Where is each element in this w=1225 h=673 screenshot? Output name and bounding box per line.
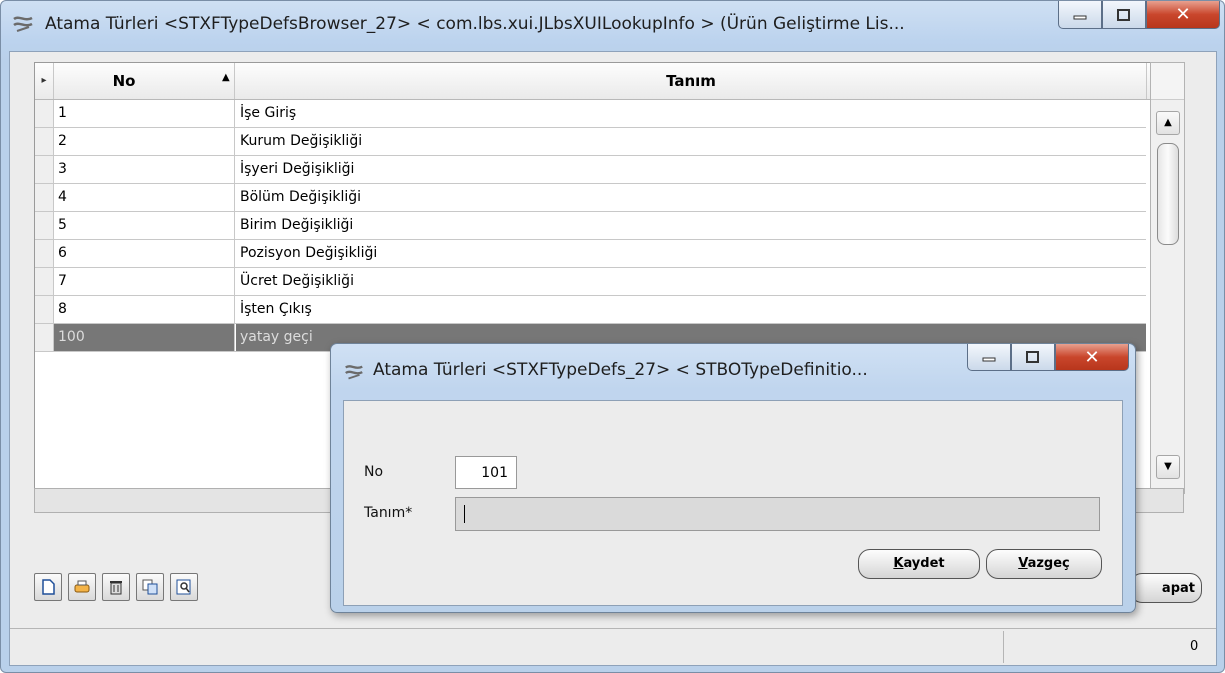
row-indicator-icon: ▸	[35, 63, 54, 99]
window-caption-buttons: ✕	[1058, 1, 1220, 31]
cell-tanim[interactable]: Ücret Değişikliği	[236, 268, 1146, 295]
maximize-icon	[1026, 351, 1039, 363]
status-separator	[1003, 631, 1004, 663]
row-indicator	[35, 184, 54, 211]
print-button[interactable]	[68, 573, 96, 601]
text-caret	[464, 505, 465, 523]
row-indicator	[35, 128, 54, 155]
scroll-down-button[interactable]: ▼	[1156, 455, 1180, 479]
column-header-tanim[interactable]: Tanım	[236, 63, 1147, 99]
dialog-title: Atama Türleri <STXFTypeDefs_27> < STBOTy…	[373, 360, 868, 380]
no-field[interactable]: 101	[455, 456, 517, 489]
title-bar[interactable]: Atama Türleri <STXFTypeDefsBrowser_27> <…	[1, 1, 1224, 51]
copy-button[interactable]	[136, 573, 164, 601]
window-title: Atama Türleri <STXFTypeDefsBrowser_27> <…	[45, 14, 905, 34]
cancel-mnemonic: V	[1018, 556, 1028, 571]
dialog-close-button[interactable]: ✕	[1055, 344, 1129, 371]
app-logo-icon	[13, 16, 33, 32]
record-count: 0	[1190, 639, 1199, 654]
arrow-up-icon: ▲	[1164, 117, 1172, 128]
preview-icon	[176, 579, 191, 595]
maximize-button[interactable]	[1102, 1, 1146, 29]
cell-tanim[interactable]: İşe Giriş	[236, 100, 1146, 127]
cell-no[interactable]: 7	[54, 268, 235, 295]
save-mnemonic: K	[893, 556, 904, 571]
new-document-icon	[42, 579, 55, 595]
dialog-minimize-button[interactable]	[967, 344, 1011, 371]
vertical-scrollbar[interactable]: ▲ ▼	[1150, 62, 1185, 494]
close-button[interactable]: ✕	[1146, 1, 1220, 29]
delete-button[interactable]	[102, 573, 130, 601]
cell-tanim[interactable]: İşten Çıkış	[236, 296, 1146, 323]
app-logo-icon	[345, 365, 363, 380]
cell-no[interactable]: 3	[54, 156, 235, 183]
no-label: No	[364, 464, 384, 480]
cell-tanim[interactable]: Pozisyon Değişikliği	[236, 240, 1146, 267]
column-header-no[interactable]: No	[54, 63, 235, 99]
table-row[interactable]: 1 İşe Giriş	[35, 100, 1146, 128]
print-icon	[74, 580, 90, 593]
dialog-caption-buttons: ✕	[967, 344, 1129, 371]
cell-no[interactable]: 1	[54, 100, 235, 127]
cell-no[interactable]: 4	[54, 184, 235, 211]
toolbar	[34, 573, 198, 601]
cell-tanim[interactable]: İşyeri Değişikliği	[236, 156, 1146, 183]
cell-no[interactable]: 8	[54, 296, 235, 323]
scrollbar-header	[1151, 63, 1184, 100]
cell-no[interactable]: 6	[54, 240, 235, 267]
arrow-down-icon: ▼	[1164, 461, 1172, 472]
row-indicator	[35, 268, 54, 295]
cell-tanim[interactable]: Kurum Değişikliği	[236, 128, 1146, 155]
delete-icon	[110, 581, 122, 595]
new-button[interactable]	[34, 573, 62, 601]
table-row[interactable]: 2 Kurum Değişikliği	[35, 128, 1146, 156]
cell-tanim[interactable]: Bölüm Değişikliği	[236, 184, 1146, 211]
grid-header: ▸ No ▲ Tanım	[35, 63, 1175, 100]
status-bar: 0	[10, 628, 1216, 665]
row-indicator	[35, 296, 54, 323]
copy-icon	[142, 579, 158, 595]
tanim-label: Tanım*	[364, 505, 413, 521]
row-indicator	[35, 100, 54, 127]
scroll-thumb[interactable]	[1157, 143, 1179, 245]
dialog-client-area: No 101 Tanım* Kaydet Vazgeç	[343, 400, 1123, 606]
cell-no[interactable]: 2	[54, 128, 235, 155]
row-indicator	[35, 156, 54, 183]
close-icon: ✕	[1084, 346, 1100, 368]
tanim-field[interactable]	[455, 497, 1100, 531]
cell-no[interactable]: 100	[54, 324, 235, 351]
table-row[interactable]: 5 Birim Değişikliği	[35, 212, 1146, 240]
sort-ascending-icon: ▲	[222, 72, 230, 83]
edit-dialog: Atama Türleri <STXFTypeDefs_27> < STBOTy…	[330, 343, 1136, 613]
cancel-label: azgeç	[1027, 556, 1070, 571]
minimize-icon	[1073, 15, 1087, 19]
table-row[interactable]: 6 Pozisyon Değişikliği	[35, 240, 1146, 268]
save-button[interactable]: Kaydet	[858, 549, 980, 579]
cell-no[interactable]: 5	[54, 212, 235, 239]
dialog-maximize-button[interactable]	[1011, 344, 1055, 371]
table-row[interactable]: 8 İşten Çıkış	[35, 296, 1146, 324]
preview-button[interactable]	[170, 573, 198, 601]
row-indicator	[35, 324, 54, 351]
table-row[interactable]: 3 İşyeri Değişikliği	[35, 156, 1146, 184]
row-indicator	[35, 240, 54, 267]
row-indicator	[35, 212, 54, 239]
scroll-up-button[interactable]: ▲	[1156, 111, 1180, 135]
close-window-button[interactable]: apat	[1130, 573, 1202, 603]
table-row[interactable]: 7 Ücret Değişikliği	[35, 268, 1146, 296]
maximize-icon	[1117, 8, 1130, 21]
minimize-icon	[982, 357, 996, 362]
close-icon: ✕	[1175, 4, 1191, 25]
cell-tanim[interactable]: Birim Değişikliği	[236, 212, 1146, 239]
save-label: aydet	[903, 556, 945, 571]
table-row[interactable]: 4 Bölüm Değişikliği	[35, 184, 1146, 212]
minimize-button[interactable]	[1058, 1, 1102, 29]
cancel-button[interactable]: Vazgeç	[986, 549, 1102, 579]
